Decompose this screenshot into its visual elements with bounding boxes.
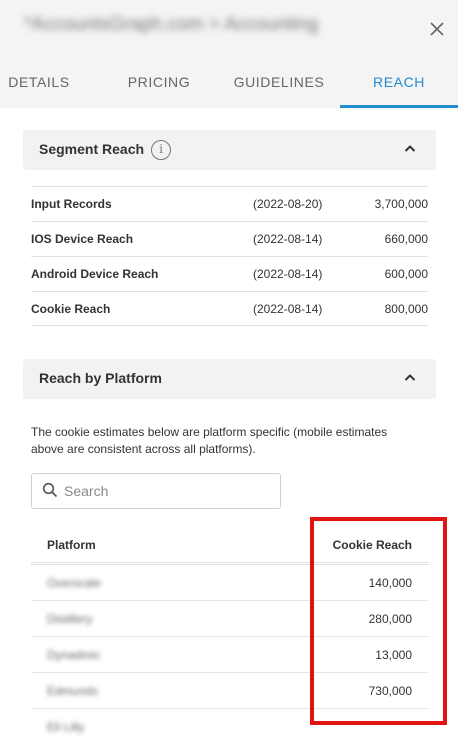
column-header-cookie-reach[interactable]: Cookie Reach	[333, 538, 412, 552]
platform-name: Overscale	[47, 576, 102, 590]
segment-reach-title: Segment Reach	[39, 141, 145, 157]
table-row: Overscale 140,000	[31, 565, 428, 601]
table-header: Platform Cookie Reach	[31, 525, 428, 565]
platform-table: Platform Cookie Reach Overscale 140,000 …	[31, 525, 428, 745]
table-row: Eli Lilly	[31, 709, 428, 745]
reach-by-platform-title: Reach by Platform	[39, 370, 162, 386]
tab-reach[interactable]: REACH	[340, 60, 458, 108]
platform-name: Distillery	[47, 612, 93, 626]
segment-reach-table: Input Records (2022-08-20) 3,700,000 IOS…	[31, 186, 428, 326]
table-row: Edmunds 730,000	[31, 673, 428, 709]
table-row: Distillery 280,000	[31, 601, 428, 637]
row-date: (2022-08-14)	[253, 232, 323, 246]
tab-details[interactable]: DETAILS	[0, 60, 98, 108]
search-box	[31, 473, 281, 509]
platform-cookie-reach: 280,000	[368, 612, 412, 626]
platform-name: Dynadmic	[47, 648, 101, 662]
segment-reach-header[interactable]: Segment Reach i	[23, 130, 436, 170]
row-label: Android Device Reach	[31, 267, 159, 281]
table-row: Dynadmic 13,000	[31, 637, 428, 673]
chevron-up-icon	[404, 139, 416, 158]
chevron-up-icon	[404, 368, 416, 387]
tab-guidelines[interactable]: GUIDELINES	[220, 60, 338, 108]
platform-description: The cookie estimates below are platform …	[31, 425, 388, 456]
row-value: 800,000	[384, 302, 428, 316]
row-label: Cookie Reach	[31, 302, 111, 316]
close-button[interactable]	[424, 16, 450, 42]
platform-name: Edmunds	[47, 684, 98, 698]
row-date: (2022-08-20)	[253, 197, 323, 211]
table-row: Input Records (2022-08-20) 3,700,000	[31, 186, 428, 221]
row-value: 660,000	[384, 232, 428, 246]
table-row: Android Device Reach (2022-08-14) 600,00…	[31, 256, 428, 291]
row-date: (2022-08-14)	[253, 267, 323, 281]
platform-cookie-reach: 13,000	[375, 648, 412, 662]
row-value: 600,000	[384, 267, 428, 281]
info-icon[interactable]: i	[151, 140, 171, 160]
tab-pricing[interactable]: PRICING	[100, 60, 218, 108]
platform-name: Eli Lilly	[47, 720, 85, 734]
close-icon	[430, 22, 444, 36]
reach-by-platform-header[interactable]: Reach by Platform	[23, 359, 436, 399]
search-input[interactable]	[64, 481, 264, 501]
tab-bar: DETAILS PRICING GUIDELINES REACH	[0, 60, 458, 108]
platform-cookie-reach: 730,000	[368, 684, 412, 698]
row-label: Input Records	[31, 197, 112, 211]
table-row: IOS Device Reach (2022-08-14) 660,000	[31, 221, 428, 256]
row-value: 3,700,000	[374, 197, 428, 211]
column-header-platform[interactable]: Platform	[47, 538, 96, 552]
platform-cookie-reach: 140,000	[368, 576, 412, 590]
header: *AccountsGraph.com > Accounting DETAILS …	[0, 0, 458, 108]
row-label: IOS Device Reach	[31, 232, 134, 246]
row-date: (2022-08-14)	[253, 302, 323, 316]
search-icon	[42, 482, 58, 498]
panel-title: *AccountsGraph.com > Accounting	[24, 14, 319, 35]
table-row: Cookie Reach (2022-08-14) 800,000	[31, 291, 428, 326]
